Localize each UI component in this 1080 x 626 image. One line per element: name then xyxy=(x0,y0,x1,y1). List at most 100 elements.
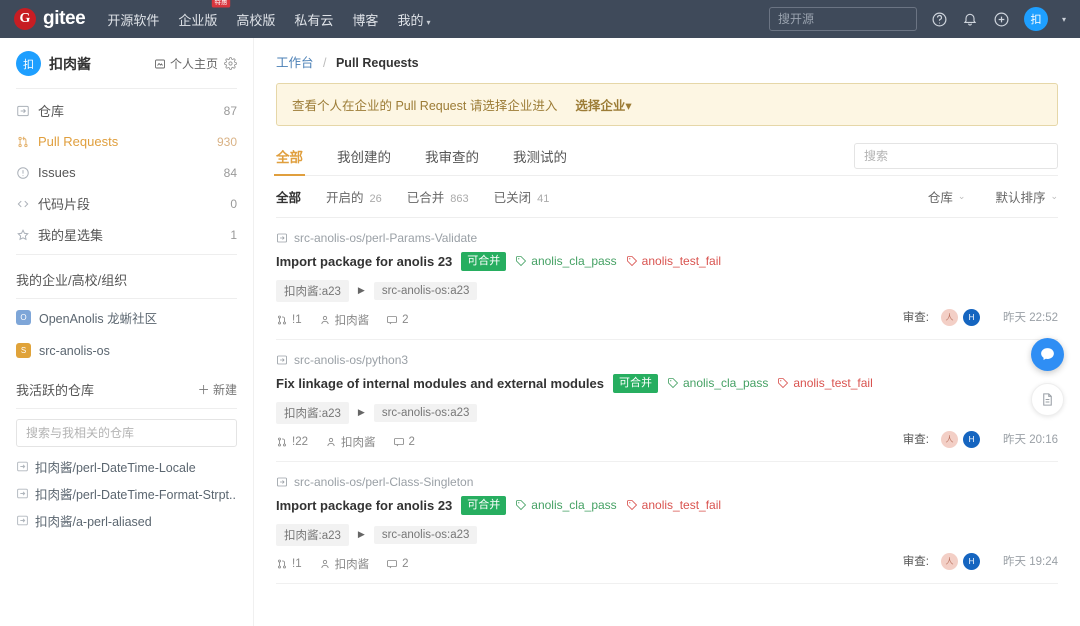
breadcrumb-root[interactable]: 工作台 xyxy=(276,56,314,70)
dropdown-默认排序[interactable]: 默认排序 ⌄ xyxy=(995,187,1058,206)
repo-item-1[interactable]: 扣肉酱/perl-DateTime-Format-Strpt... xyxy=(16,480,237,507)
label-icon xyxy=(515,255,527,267)
pr-label-1[interactable]: anolis_test_fail xyxy=(777,376,873,390)
chevron-down-icon: ⌄ xyxy=(957,191,966,201)
review-label: 审查: xyxy=(902,434,929,447)
sidebar: 扣 扣肉酱 个人主页 仓库 87 Pull Requests 930 Issue… xyxy=(0,38,254,626)
top-nav-item-2[interactable]: 高校版 xyxy=(236,6,275,33)
tab-我测试的[interactable]: 我测试的 xyxy=(513,146,567,175)
reviewer-avatars: 人H xyxy=(941,430,980,448)
tab-我创建的[interactable]: 我创建的 xyxy=(337,146,391,175)
main-content: 工作台 / Pull Requests 查看个人在企业的 Pull Reques… xyxy=(254,38,1080,626)
star-icon xyxy=(16,228,38,242)
pr-author-name: 扣肉酱 xyxy=(334,314,370,327)
sidebar-avatar: 扣 xyxy=(16,51,41,76)
pr-number: !22 xyxy=(276,436,308,448)
pr-comments: 2 xyxy=(386,314,409,326)
select-enterprise-dropdown[interactable]: 选择企业▾ xyxy=(575,95,631,114)
reviewer-avatar[interactable]: 人 xyxy=(941,552,958,570)
pull-request-icon xyxy=(16,135,38,149)
repo-item-0[interactable]: 扣肉酱/perl-DateTime-Locale xyxy=(16,453,237,480)
label-icon xyxy=(777,377,789,389)
top-nav-item-0[interactable]: 开源软件 xyxy=(107,6,159,33)
top-nav-item-5[interactable]: 我的 ▾ xyxy=(397,6,430,33)
help-icon[interactable] xyxy=(931,11,948,28)
pr-title[interactable]: Import package for anolis 23 xyxy=(276,498,452,513)
page-layout: 扣 扣肉酱 个人主页 仓库 87 Pull Requests 930 Issue… xyxy=(0,38,1080,626)
reviewer-avatar[interactable]: 人 xyxy=(941,308,958,326)
pr-target-branch: src-anolis-os:a23 xyxy=(373,403,478,422)
sidebar-item-仓库[interactable]: 仓库 87 xyxy=(16,95,237,126)
reviewer-avatar[interactable]: H xyxy=(963,430,980,448)
dropdown-label: 仓库 xyxy=(927,191,953,205)
pr-author: 扣肉酱 xyxy=(319,312,370,328)
feedback-doc-button[interactable] xyxy=(1031,383,1064,416)
top-nav-item-1[interactable]: 企业版 特惠 xyxy=(178,0,231,33)
top-nav-item-4[interactable]: 博客 xyxy=(352,6,378,33)
reviewer-avatar[interactable]: H xyxy=(963,308,980,326)
pr-updated-time: 昨天 22:52 xyxy=(1003,312,1058,325)
repo-search-input[interactable] xyxy=(16,419,237,447)
user-menu-chevron-down-icon[interactable]: ▾ xyxy=(1062,15,1066,24)
filter-count: 26 xyxy=(369,193,382,205)
plus-icon[interactable] xyxy=(993,11,1010,28)
pr-label-0[interactable]: anolis_cla_pass xyxy=(515,498,617,512)
settings-gear-icon[interactable] xyxy=(224,57,237,70)
filter-开启的[interactable]: 开启的 26 xyxy=(326,187,382,206)
repo-item-label: 扣肉酱/perl-DateTime-Locale xyxy=(35,461,196,475)
bell-icon[interactable] xyxy=(962,11,979,28)
filter-已合并[interactable]: 已合并 863 xyxy=(407,187,469,206)
org-item-0[interactable]: O OpenAnolis 龙蜥社区 xyxy=(16,303,237,332)
pr-label-1[interactable]: anolis_test_fail xyxy=(626,498,721,512)
org-item-label: OpenAnolis 龙蜥社区 xyxy=(39,312,158,326)
repo-item-label: 扣肉酱/a-perl-aliased xyxy=(35,515,152,529)
pull-request-list: src-anolis-os/perl-Params-Validate Import… xyxy=(276,218,1058,584)
sidebar-item-Issues[interactable]: Issues 84 xyxy=(16,157,237,188)
top-nav-item-3[interactable]: 私有云 xyxy=(294,6,333,33)
reviewer-avatar[interactable]: 人 xyxy=(941,430,958,448)
personal-homepage-link[interactable]: 个人主页 xyxy=(154,55,218,72)
pr-label-1[interactable]: anolis_test_fail xyxy=(626,254,721,268)
tab-我审查的[interactable]: 我审查的 xyxy=(425,146,479,175)
pr-review-info: 审查: 人 H 昨天 20:16 xyxy=(902,430,1058,448)
filter-label: 开启的 xyxy=(326,191,364,205)
sidebar-item-我的星选集[interactable]: 我的星选集 1 xyxy=(16,219,237,250)
chat-icon xyxy=(1039,346,1056,363)
filter-全部[interactable]: 全部 xyxy=(276,187,301,206)
user-avatar[interactable]: 扣 xyxy=(1023,7,1048,31)
tab-全部[interactable]: 全部 xyxy=(274,146,305,176)
pr-title[interactable]: Fix linkage of internal modules and exte… xyxy=(276,376,604,391)
pr-state-filters: 全部 开启的 26 已合并 863 已关闭 41 xyxy=(276,187,574,206)
org-section-label: 我的企业/高校/组织 xyxy=(16,273,128,288)
pr-tabs: 全部 我创建的 我审查的 我测试的 xyxy=(274,143,1058,176)
label-icon xyxy=(667,377,679,389)
dropdown-仓库[interactable]: 仓库 ⌄ xyxy=(928,187,966,206)
sidebar-item-代码片段[interactable]: 代码片段 0 xyxy=(16,188,237,219)
top-nav-item-label: 高校版 xyxy=(236,12,276,28)
reviewer-avatar[interactable]: H xyxy=(963,552,980,570)
org-item-1[interactable]: Ssrc-anolis-os xyxy=(16,336,237,365)
pr-search-input[interactable] xyxy=(854,143,1058,169)
pr-title-line: Fix linkage of internal modules and exte… xyxy=(276,373,1058,393)
pr-target-branch: src-anolis-os:a23 xyxy=(373,281,478,300)
global-search-input[interactable] xyxy=(768,7,917,31)
person-icon xyxy=(319,314,331,326)
new-repo-button[interactable]: ＋ 新建 xyxy=(198,381,237,398)
pr-repo-link[interactable]: src-anolis-os/perl-Class-Singleton xyxy=(276,475,1058,489)
pr-repo-link[interactable]: src-anolis-os/python3 xyxy=(276,353,1058,367)
sidebar-username: 扣肉酱 xyxy=(49,55,91,72)
arrow-right-icon: ▶ xyxy=(357,407,365,418)
dropdown-label: 默认排序 xyxy=(995,191,1046,205)
sidebar-item-Pull Requests[interactable]: Pull Requests 930 xyxy=(16,126,237,157)
gitee-logo[interactable]: G gitee xyxy=(14,8,86,30)
pr-title[interactable]: Import package for anolis 23 xyxy=(276,254,452,269)
pr-source-branch: 扣肉酱:a23 xyxy=(276,279,349,302)
chat-support-button[interactable] xyxy=(1031,338,1064,371)
pr-updated-time: 昨天 19:24 xyxy=(1003,556,1058,569)
pr-label-0[interactable]: anolis_cla_pass xyxy=(667,376,768,390)
pr-repo-link[interactable]: src-anolis-os/perl-Params-Validate xyxy=(276,231,1058,245)
repo-item-2[interactable]: 扣肉酱/a-perl-aliased xyxy=(16,507,237,534)
filter-label: 全部 xyxy=(276,191,302,205)
pr-label-0[interactable]: anolis_cla_pass xyxy=(515,254,617,268)
filter-已关闭[interactable]: 已关闭 41 xyxy=(494,187,550,206)
